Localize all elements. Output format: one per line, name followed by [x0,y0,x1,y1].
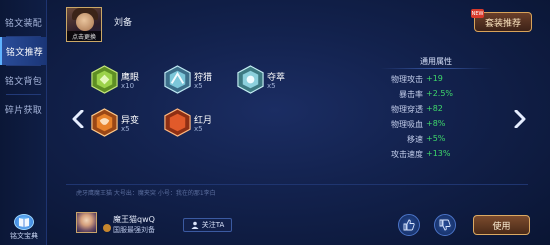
attribute-row: 暴击率 +2.5% [370,89,502,101]
rune-dictionary-button[interactable]: 铭文宝典 [4,214,44,244]
attribute-name: 物理攻击 [391,75,423,84]
attribute-row: 移速 +5% [370,134,502,146]
previous-arrow-icon[interactable] [70,108,86,130]
rune-dictionary-label: 铭文宝典 [10,232,38,240]
use-button[interactable]: 使用 [473,215,530,235]
attribute-name: 移速 [407,135,423,144]
attribute-value: +13% [426,149,451,158]
author-title: 国服最强刘备 [113,226,155,234]
rune-gem-icon-blue [237,65,264,94]
rune-gem-icon-green [91,65,118,94]
attribute-row: 物理穿透 +82 [370,104,502,116]
thumbs-down-icon [439,219,451,231]
thumbs-up-icon [403,219,415,231]
dislike-button[interactable] [434,214,456,236]
rune-item-hawk-eye[interactable]: 鹰眼 x10 [90,65,170,109]
rune-count: x10 [121,82,135,90]
attribute-name: 物理穿透 [391,105,423,114]
app-root: 铭文装配 铭文推荐 铭文背包 碎片获取 铭文宝典 点击更换 刘备 套装推荐 NE… [0,0,550,245]
attribute-value: +5% [426,134,446,143]
rune-item-mutation[interactable]: 异变 x5 [90,108,170,152]
sidebar-item-rune-bag[interactable]: 铭文背包 [0,66,47,94]
rune-gem-icon-blue [164,65,191,94]
rune-item-red-moon[interactable]: 红月 x5 [163,108,243,152]
attribute-value: +2.5% [426,89,454,98]
follow-label: 关注TA [201,221,225,229]
attribute-name: 攻击速度 [391,150,423,159]
author-avatar[interactable] [76,212,97,233]
sidebar-item-fragment-acquire[interactable]: 碎片获取 [0,95,47,123]
rune-count: x5 [121,125,130,133]
hero-change-label[interactable]: 点击更换 [67,31,101,41]
rune-count: x5 [194,82,203,90]
next-arrow-icon[interactable] [512,108,528,130]
sidebar-item-rune-equip[interactable]: 铭文装配 [0,8,47,36]
rune-item-seize[interactable]: 夺萃 x5 [236,65,316,109]
footer-divider [66,184,528,185]
rank-badge-icon [103,224,111,232]
author-name: 魔王猫qwQ [113,215,155,224]
attributes-title: 通用属性 [420,57,452,66]
person-icon [191,221,199,229]
attribute-value: +8% [426,119,446,128]
follow-button[interactable]: 关注TA [183,218,232,232]
attribute-row: 物理吸血 +8% [370,119,502,131]
like-button[interactable] [398,214,420,236]
attribute-row: 攻击速度 +13% [370,149,502,161]
attributes-divider [380,68,492,69]
attributes-panel: 通用属性 物理攻击 +19 暴击率 +2.5% 物理穿透 +82 物理吸血 +8… [370,56,502,168]
attribute-row: 物理攻击 +19 [370,74,502,86]
hero-portrait[interactable]: 点击更换 [66,7,102,42]
hero-name: 刘备 [114,18,133,28]
attribute-value: +82 [426,104,443,113]
rune-count: x5 [267,82,276,90]
sidebar-item-rune-recommend[interactable]: 铭文推荐 [0,37,47,65]
rune-count: x5 [194,125,203,133]
hero-face [76,13,94,31]
book-icon [14,214,34,230]
rune-item-hunt[interactable]: 狩猎 x5 [163,65,243,109]
source-note: 虎牙鹰魔王猫 大号出：魔夹突 小号：我在的那1李白 [76,190,216,197]
rune-gem-icon-red [164,108,191,137]
attribute-name: 物理吸血 [391,120,423,129]
new-badge: NEW [471,9,484,18]
attribute-name: 暴击率 [399,90,423,99]
attribute-value: +19 [426,74,443,83]
rune-gem-icon-orange [91,108,118,137]
sidebar: 铭文装配 铭文推荐 铭文背包 碎片获取 铭文宝典 [0,0,47,245]
